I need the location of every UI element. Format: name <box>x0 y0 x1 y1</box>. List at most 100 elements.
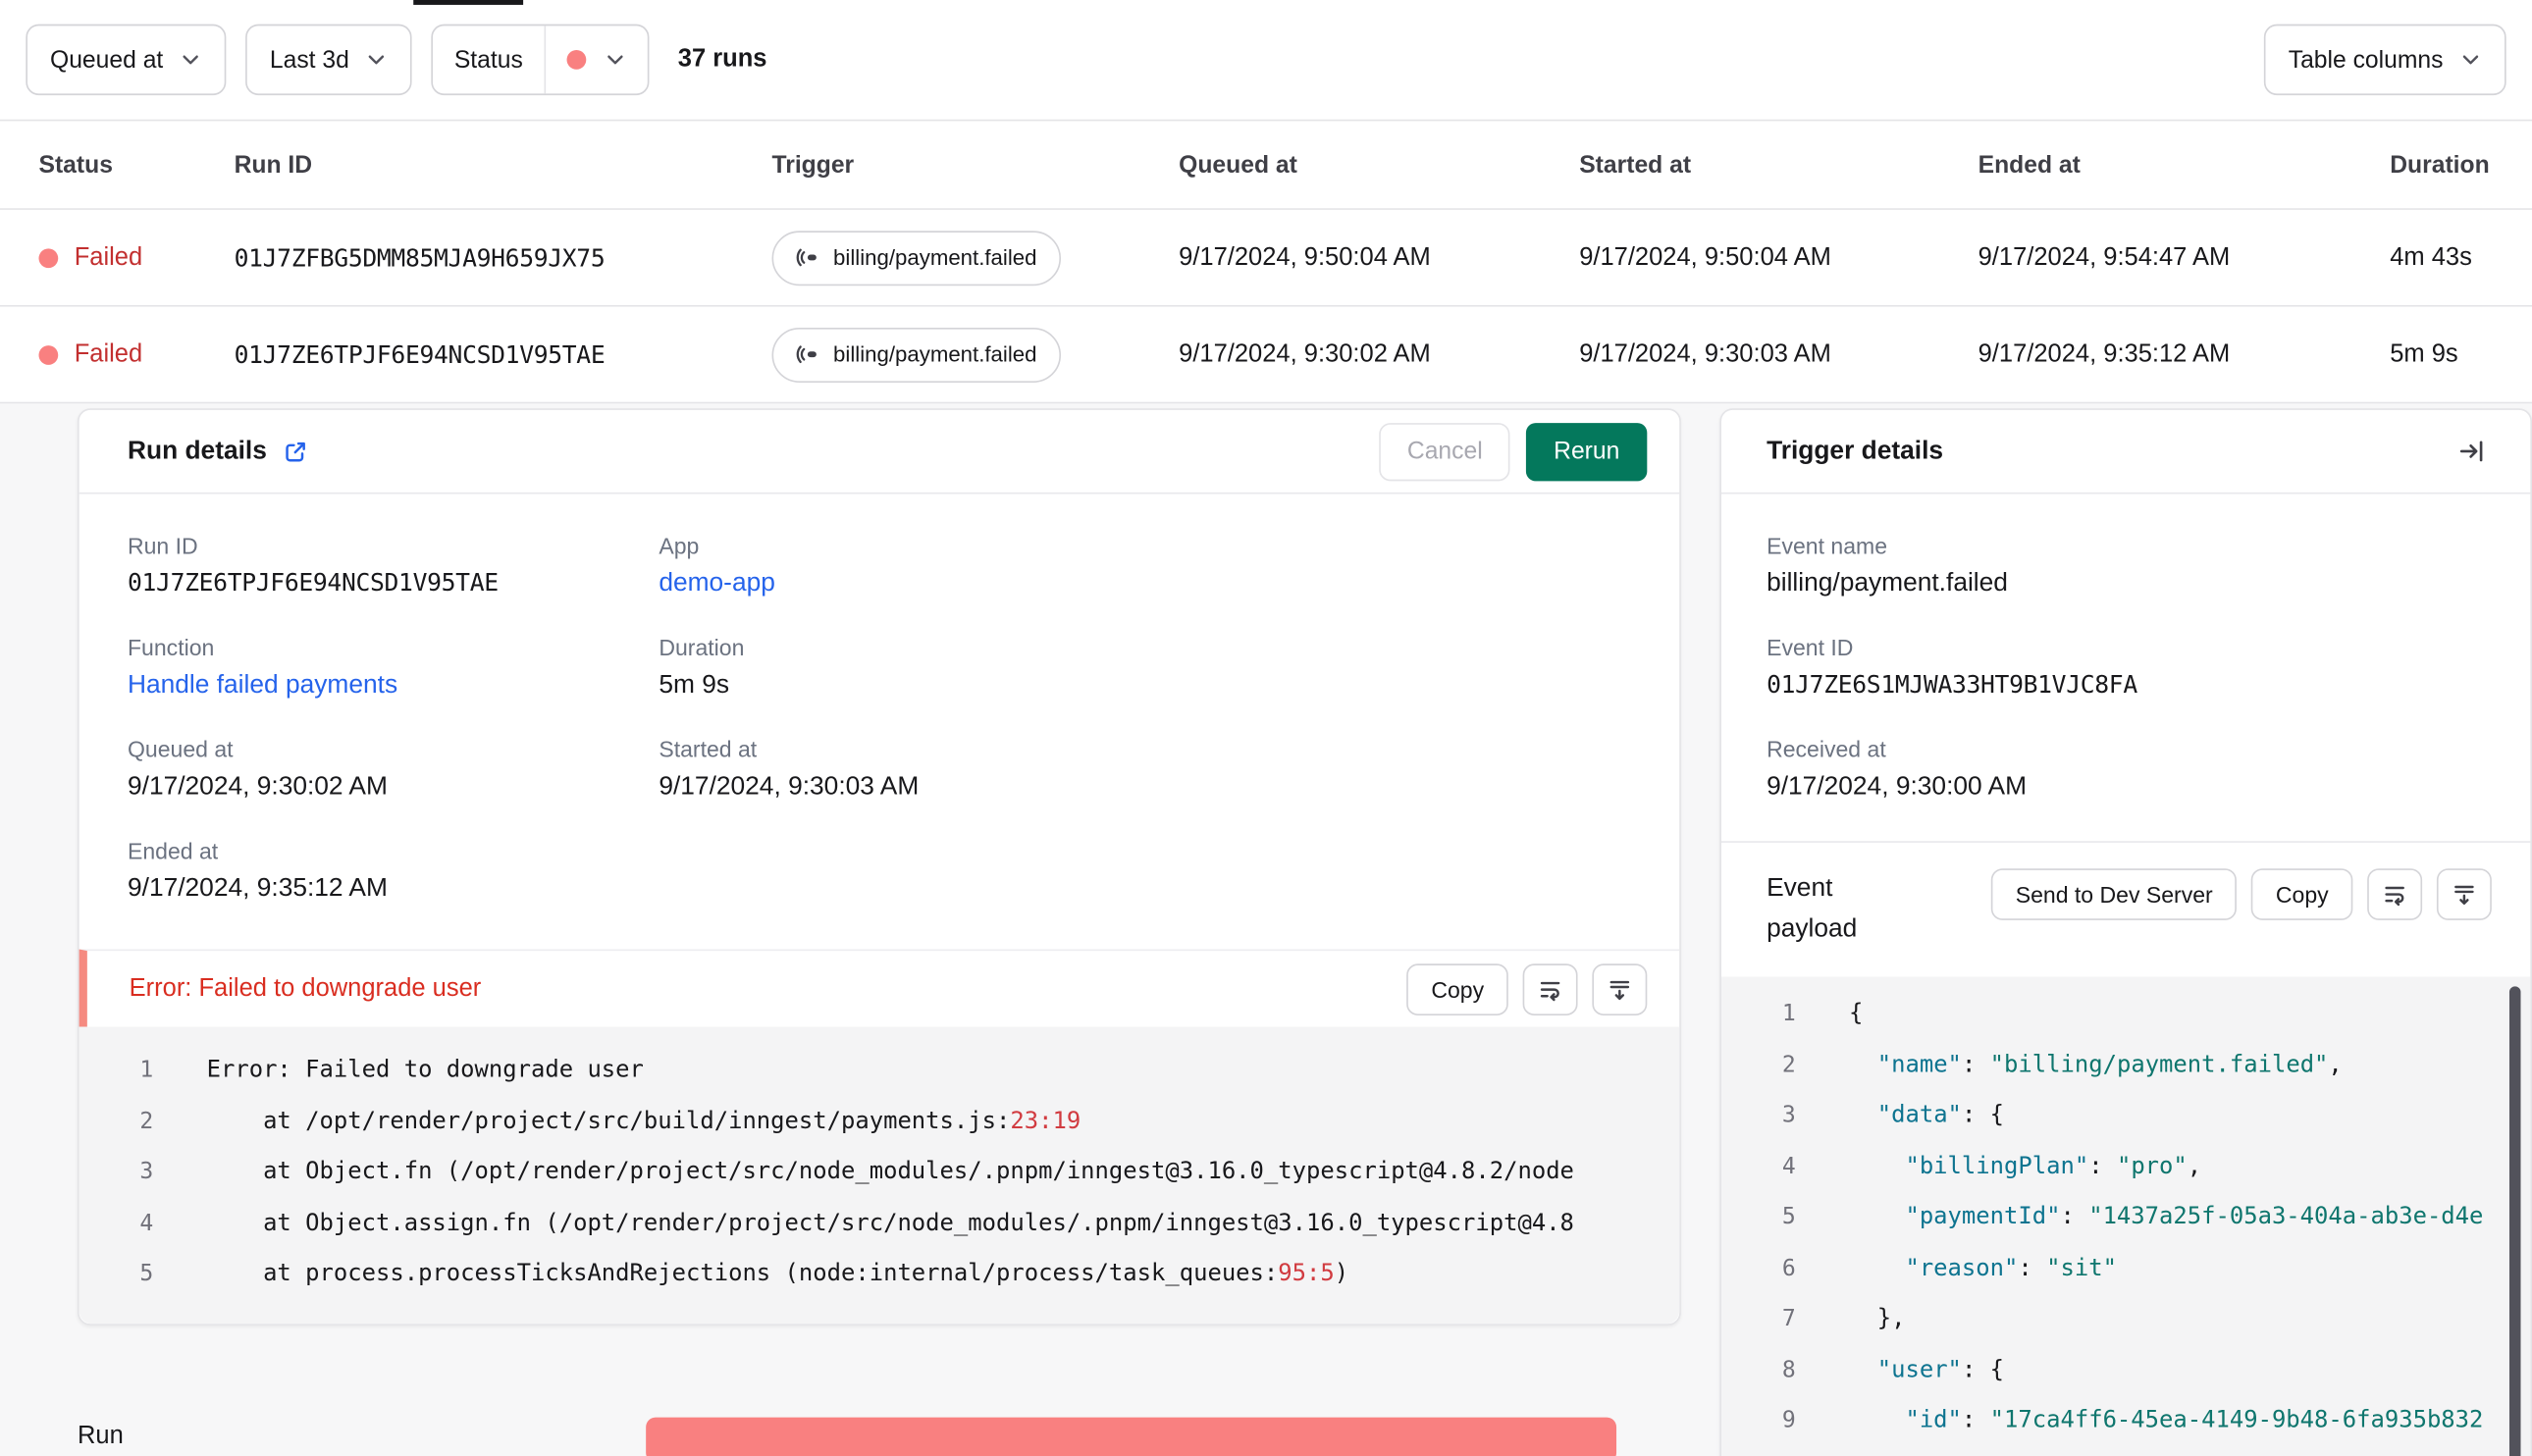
field-queued-at: Queued at 9/17/2024, 9:30:02 AM <box>128 736 659 802</box>
code-line: 2 "name": "billing/payment.failed", <box>1781 1051 2343 1078</box>
code-line: 6 "reason": "sit" <box>1781 1255 2117 1281</box>
field-duration: Duration 5m 9s <box>659 635 1631 701</box>
col-header-queued-at: Queued at <box>1179 150 1297 179</box>
error-stack-trace[interactable]: 1 Error: Failed to downgrade user 2 at /op… <box>79 1026 1680 1324</box>
timeline-run-label: Run <box>77 1422 124 1450</box>
queued-at-filter-button[interactable]: Queued at <box>26 24 227 96</box>
filter-bar: Queued at Last 3d Status 37 runs Table c… <box>0 0 2532 122</box>
started-at-cell: 9/17/2024, 9:50:04 AM <box>1579 242 1831 271</box>
timeline-run-bar[interactable] <box>646 1417 1617 1456</box>
run-details-area: Run details Cancel Rerun Run ID 01J7ZE6T… <box>0 403 2532 1456</box>
word-wrap-icon <box>1537 976 1562 1002</box>
trigger-details-card: Trigger details Event name billing/payme… <box>1719 408 2532 1456</box>
col-header-status: Status <box>38 150 113 179</box>
event-payload-actions: Send to Dev Server Copy <box>1991 868 2492 920</box>
table-columns-button[interactable]: Table columns <box>2264 24 2506 96</box>
field-label: Function <box>127 634 215 660</box>
trigger-details-header: Trigger details <box>1721 410 2531 494</box>
event-payload-title: Event payload <box>1767 874 1858 943</box>
run-details-title: Run details <box>127 437 267 465</box>
app-link[interactable]: demo-app <box>659 568 1631 598</box>
trigger-cell: billing/payment.failed <box>771 230 1180 286</box>
run-id-cell: 01J7ZFBG5DMM85MJA9H659JX75 <box>234 242 606 273</box>
active-tab-indicator <box>413 0 524 5</box>
run-details-card: Run details Cancel Rerun Run ID 01J7ZE6T… <box>77 408 1681 1326</box>
table-row[interactable]: Failed 01J7ZE6TPJF6E94NCSD1V95TAE billin… <box>0 306 2532 404</box>
word-wrap-button[interactable] <box>2367 868 2423 920</box>
open-in-new-tab-icon[interactable] <box>283 439 308 464</box>
field-ended-at: Ended at 9/17/2024, 9:35:12 AM <box>128 838 659 904</box>
field-value: 01J7ZE6S1MJWA33HT9B1VJC8FA <box>1767 669 2137 700</box>
code-line: 5 "paymentId": "1437a25f-05a3-404a-ab3e-… <box>1781 1204 2484 1230</box>
trigger-pill[interactable]: billing/payment.failed <box>771 230 1062 286</box>
field-value: 9/17/2024, 9:30:02 AM <box>127 773 388 802</box>
duration-cell: 4m 43s <box>2390 242 2472 271</box>
scroll-to-bottom-button[interactable] <box>2436 868 2492 920</box>
code-line: 9 "id": "17ca4ff6-45ea-4149-9b48-6fa935b… <box>1781 1407 2484 1434</box>
status-filter-value[interactable] <box>546 26 648 93</box>
collapse-panel-button[interactable] <box>2454 435 2489 469</box>
trigger-pill-label: billing/payment.failed <box>833 341 1037 367</box>
time-range-filter-button[interactable]: Last 3d <box>245 24 413 96</box>
code-line: 3 at Object.fn (/opt/render/project/src/… <box>139 1159 1574 1185</box>
code-line: 8 "user": { <box>1781 1356 2005 1383</box>
field-app: App demo-app <box>659 533 1631 598</box>
table-row[interactable]: Failed 01J7ZFBG5DMM85MJA9H659JX75 billin… <box>0 209 2532 307</box>
run-id-cell: 01J7ZE6TPJF6E94NCSD1V95TAE <box>234 339 606 369</box>
chevron-down-icon <box>180 48 202 71</box>
code-line: 5 at process.processTicksAndRejections (… <box>139 1261 1349 1287</box>
failed-status-dot-icon <box>38 344 59 365</box>
trigger-pill-label: billing/payment.failed <box>833 245 1037 270</box>
ended-at-cell: 9/17/2024, 9:54:47 AM <box>1978 242 2231 271</box>
field-event-id: Event ID 01J7ZE6S1MJWA33HT9B1VJC8FA <box>1767 635 2485 701</box>
col-header-duration: Duration <box>2390 150 2490 179</box>
code-line: 10 } <box>1721 1447 2530 1456</box>
field-label: Started at <box>659 736 758 762</box>
code-line: 3 "data": { <box>1781 1102 2005 1129</box>
function-link[interactable]: Handle failed payments <box>128 670 659 701</box>
event-icon <box>796 342 820 367</box>
scroll-to-bottom-icon <box>2452 881 2477 907</box>
trigger-cell: billing/payment.failed <box>771 327 1180 383</box>
trigger-pill[interactable]: billing/payment.failed <box>771 327 1062 383</box>
status-filter[interactable]: Status <box>431 24 650 96</box>
code-line: 1 Error: Failed to downgrade user <box>139 1057 644 1084</box>
error-banner: Error: Failed to downgrade user Copy <box>79 949 1680 1027</box>
code-line: 1{ <box>1781 1001 1864 1027</box>
col-header-trigger: Trigger <box>771 150 855 179</box>
trigger-details-fields: Event name billing/payment.failed Event … <box>1721 494 2530 841</box>
chevron-down-icon <box>365 48 388 71</box>
runs-table: Status Run ID Trigger Queued at Started … <box>0 121 2532 404</box>
scroll-to-bottom-button[interactable] <box>1592 962 1648 1015</box>
trigger-details-title: Trigger details <box>1767 437 1944 465</box>
run-details-fields: Run ID 01J7ZE6TPJF6E94NCSD1V95TAE App de… <box>79 494 1680 949</box>
field-label: Queued at <box>127 736 234 762</box>
field-value: billing/payment.failed <box>1767 569 2008 598</box>
duration-cell: 5m 9s <box>2390 339 2458 368</box>
runs-count: 37 runs <box>677 45 767 74</box>
col-header-run-id: Run ID <box>234 150 313 179</box>
vertical-scrollbar[interactable] <box>2508 986 2521 1456</box>
cancel-button[interactable]: Cancel <box>1379 422 1510 481</box>
field-label: Event ID <box>1767 634 1854 660</box>
queued-at-filter-label: Queued at <box>50 45 164 74</box>
field-started-at: Started at 9/17/2024, 9:30:03 AM <box>659 736 1631 802</box>
field-label: Ended at <box>127 837 219 864</box>
event-payload-header: Event payload Send to Dev Server Copy <box>1721 841 2531 976</box>
scroll-to-bottom-icon <box>1607 976 1632 1002</box>
word-wrap-icon <box>2382 881 2407 907</box>
field-received-at: Received at 9/17/2024, 9:30:00 AM <box>1767 736 2485 802</box>
event-payload-code[interactable]: 1{ 2 "name": "billing/payment.failed", 3 "… <box>1721 976 2531 1456</box>
code-line: 7 }, <box>1781 1306 1906 1332</box>
run-details-header: Run details Cancel Rerun <box>79 410 1680 494</box>
field-value: 9/17/2024, 9:35:12 AM <box>127 874 388 903</box>
rerun-button[interactable]: Rerun <box>1526 422 1648 481</box>
field-label: App <box>659 532 700 559</box>
copy-error-button[interactable]: Copy <box>1406 962 1508 1015</box>
failed-status-dot-icon <box>566 50 586 70</box>
copy-payload-button[interactable]: Copy <box>2251 868 2353 920</box>
send-to-dev-server-button[interactable]: Send to Dev Server <box>1991 868 2238 920</box>
word-wrap-button[interactable] <box>1522 962 1578 1015</box>
empty-cell <box>659 838 1631 940</box>
code-line: 2 at /opt/render/project/src/build/innge… <box>139 1108 1081 1134</box>
